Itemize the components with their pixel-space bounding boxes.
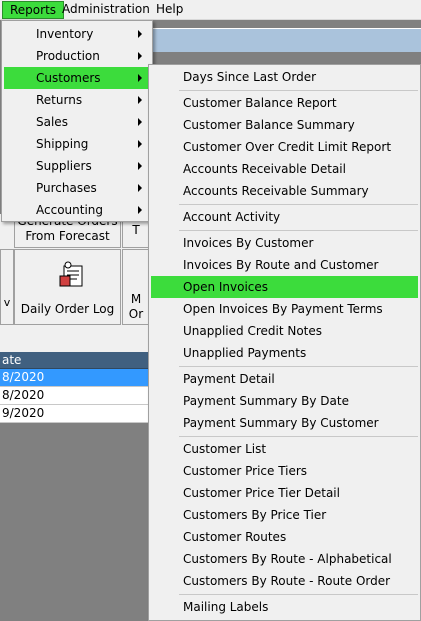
reports-menu: Inventory Production Customers Returns S… (1, 20, 153, 222)
submenu-arrow-icon (138, 52, 142, 60)
menu-item-sales[interactable]: Sales (4, 111, 150, 133)
submenu-arrow-icon (138, 74, 142, 82)
menu-item-accounts-receivable-summary[interactable]: Accounts Receivable Summary (151, 180, 418, 202)
menu-item-customer-list[interactable]: Customer List (151, 438, 418, 460)
menu-item-customers-by-price-tier[interactable]: Customers By Price Tier (151, 504, 418, 526)
menu-item-payment-summary-by-customer[interactable]: Payment Summary By Customer (151, 412, 418, 434)
menu-item-account-activity[interactable]: Account Activity (151, 206, 418, 228)
menu-item-label: Suppliers (36, 159, 92, 173)
daily-order-log-button[interactable]: Daily Order Log (14, 249, 121, 325)
menu-item-suppliers[interactable]: Suppliers (4, 155, 150, 177)
menu-separator (179, 90, 418, 91)
menu-item-mailing-labels[interactable]: Mailing Labels (151, 596, 418, 618)
menu-item-customer-over-credit-limit[interactable]: Customer Over Credit Limit Report (151, 136, 418, 158)
menu-item-customers[interactable]: Customers (4, 67, 150, 89)
menu-item-label: Inventory (36, 27, 94, 41)
menu-item-production[interactable]: Production (4, 45, 150, 67)
menu-item-accounts-receivable-detail[interactable]: Accounts Receivable Detail (151, 158, 418, 180)
menu-item-open-invoices[interactable]: Open Invoices (151, 276, 418, 298)
submenu-arrow-icon (138, 184, 142, 192)
submenu-arrow-icon (138, 96, 142, 104)
menu-item-label: Accounting (36, 203, 104, 217)
toolbar-left-button[interactable]: v (0, 249, 14, 325)
table-row[interactable]: 8/2020 (0, 387, 150, 405)
window-title-strip (150, 28, 421, 52)
menu-help[interactable]: Help (149, 1, 190, 19)
menu-item-customers-by-route-alphabetical[interactable]: Customers By Route - Alphabetical (151, 548, 418, 570)
menu-separator (179, 230, 418, 231)
menu-item-purchases[interactable]: Purchases (4, 177, 150, 199)
menu-item-unapplied-payments[interactable]: Unapplied Payments (151, 342, 418, 364)
menu-bar: Reports Administration Help (0, 0, 421, 20)
submenu-arrow-icon (138, 118, 142, 126)
submenu-arrow-icon (138, 30, 142, 38)
menu-item-invoices-by-customer[interactable]: Invoices By Customer (151, 232, 418, 254)
menu-item-label: Purchases (36, 181, 97, 195)
menu-item-returns[interactable]: Returns (4, 89, 150, 111)
table-row[interactable]: 9/2020 (0, 405, 150, 423)
toolbar-partial-label-3: Or (128, 307, 144, 321)
menu-item-inventory[interactable]: Inventory (4, 23, 150, 45)
menu-item-invoices-by-route-and-customer[interactable]: Invoices By Route and Customer (151, 254, 418, 276)
menu-administration[interactable]: Administration (55, 1, 157, 19)
toolbar-area: Generate Orders From Forecast T v Daily … (0, 214, 150, 354)
menu-separator (179, 204, 418, 205)
menu-separator (179, 594, 418, 595)
table-row[interactable]: 8/2020 (0, 369, 150, 387)
menu-separator (179, 436, 418, 437)
menu-item-unapplied-credit-notes[interactable]: Unapplied Credit Notes (151, 320, 418, 342)
customers-submenu: Days Since Last Order Customer Balance R… (148, 64, 421, 621)
toolbar-left-label: v (3, 296, 11, 309)
menu-item-customer-price-tier-detail[interactable]: Customer Price Tier Detail (151, 482, 418, 504)
menu-item-customer-balance-report[interactable]: Customer Balance Report (151, 92, 418, 114)
menu-item-open-invoices-by-payment-terms[interactable]: Open Invoices By Payment Terms (151, 298, 418, 320)
menu-item-payment-summary-by-date[interactable]: Payment Summary By Date (151, 390, 418, 412)
orders-grid: ate 8/2020 8/2020 9/2020 (0, 352, 150, 423)
menu-item-customer-price-tiers[interactable]: Customer Price Tiers (151, 460, 418, 482)
toolbar-partial-button-2[interactable]: M Or (122, 249, 150, 325)
submenu-arrow-icon (138, 162, 142, 170)
submenu-arrow-icon (138, 140, 142, 148)
menu-item-payment-detail[interactable]: Payment Detail (151, 368, 418, 390)
menu-item-label: Returns (36, 93, 83, 107)
menu-item-label: Shipping (36, 137, 89, 151)
menu-item-days-since-last-order[interactable]: Days Since Last Order (151, 66, 418, 88)
menu-item-customer-balance-summary[interactable]: Customer Balance Summary (151, 114, 418, 136)
menu-item-label: Production (36, 49, 100, 63)
order-log-icon (59, 261, 83, 287)
menu-item-customer-routes[interactable]: Customer Routes (151, 526, 418, 548)
daily-order-log-label: Daily Order Log (20, 302, 115, 316)
menu-separator (179, 366, 418, 367)
toolbar-partial-label-2: M (130, 292, 142, 306)
menu-item-label: Customers (36, 71, 101, 85)
menu-item-accounting[interactable]: Accounting (4, 199, 150, 221)
menu-item-label: Sales (36, 115, 68, 129)
grid-header-date[interactable]: ate (0, 352, 150, 369)
menu-item-customers-by-route-route-order[interactable]: Customers By Route - Route Order (151, 570, 418, 592)
submenu-arrow-icon (138, 206, 142, 214)
menu-item-shipping[interactable]: Shipping (4, 133, 150, 155)
generate-orders-label-2: From Forecast (25, 229, 110, 243)
